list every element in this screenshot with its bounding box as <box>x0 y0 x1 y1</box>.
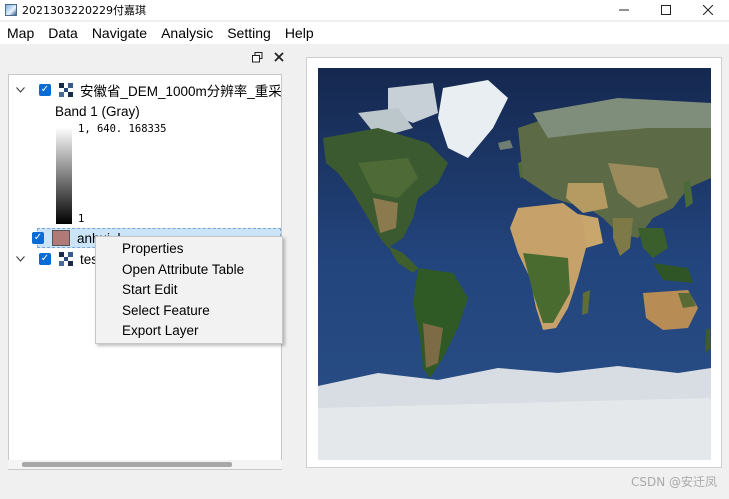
map-canvas[interactable] <box>318 68 711 460</box>
layer-row-dem[interactable]: ✓ 安徽省_DEM_1000m分辨率_重采样 <box>9 80 282 100</box>
vector-layer-icon <box>52 230 70 246</box>
maximize-button[interactable] <box>645 0 687 20</box>
layer-context-menu: Properties Open Attribute Table Start Ed… <box>95 236 283 344</box>
menu-analysic[interactable]: Analysic <box>154 22 220 44</box>
layer-checkbox[interactable]: ✓ <box>39 84 51 96</box>
gray-color-ramp <box>56 127 72 224</box>
raster-layer-icon <box>59 83 73 97</box>
menu-navigate[interactable]: Navigate <box>85 22 154 44</box>
float-panel-button[interactable] <box>248 49 266 65</box>
ramp-max-value: 1, 640. 168335 <box>78 123 167 135</box>
menu-map[interactable]: Map <box>0 22 41 44</box>
chevron-down-icon[interactable] <box>15 85 25 95</box>
map-frame <box>306 57 722 468</box>
menu-bar: Map Data Navigate Analysic Setting Help <box>0 22 729 44</box>
watermark: CSDN @安迁凤 <box>630 475 717 489</box>
world-satellite-basemap <box>318 68 711 460</box>
menu-item-properties[interactable]: Properties <box>96 239 282 260</box>
chevron-down-icon[interactable] <box>15 254 25 264</box>
menu-data[interactable]: Data <box>41 22 85 44</box>
layers-dock-header <box>6 48 288 66</box>
float-panel-icon <box>251 51 262 62</box>
ramp-min-value: 1 <box>78 213 85 225</box>
horizontal-scrollbar[interactable] <box>8 460 282 469</box>
title-bar: 2021303220229付嘉琪 <box>0 0 729 20</box>
raster-layer-icon <box>59 252 73 266</box>
menu-item-open-attribute-table[interactable]: Open Attribute Table <box>96 260 282 281</box>
maximize-icon <box>661 5 671 15</box>
layer-checkbox[interactable]: ✓ <box>39 253 51 265</box>
layer-name: 安徽省_DEM_1000m分辨率_重采样 <box>80 84 282 99</box>
window-title: 2021303220229付嘉琪 <box>22 4 146 17</box>
app-icon <box>5 4 17 16</box>
menu-item-select-feature[interactable]: Select Feature <box>96 301 282 322</box>
menu-item-start-edit[interactable]: Start Edit <box>96 280 282 301</box>
menu-item-export-layer[interactable]: Export Layer <box>96 321 282 342</box>
minimize-button[interactable] <box>603 0 645 20</box>
menu-help[interactable]: Help <box>278 22 321 44</box>
menu-setting[interactable]: Setting <box>220 22 278 44</box>
layer-row-test[interactable]: ✓ test <box>9 249 102 269</box>
band-label: Band 1 (Gray) <box>55 104 140 119</box>
window-controls <box>603 0 729 20</box>
minimize-icon <box>619 9 629 11</box>
close-panel-button[interactable] <box>270 49 288 65</box>
layer-checkbox[interactable]: ✓ <box>32 232 44 244</box>
close-button[interactable] <box>687 0 729 20</box>
scrollbar-thumb[interactable] <box>22 462 232 467</box>
close-panel-icon <box>274 52 284 62</box>
close-icon <box>703 5 713 15</box>
